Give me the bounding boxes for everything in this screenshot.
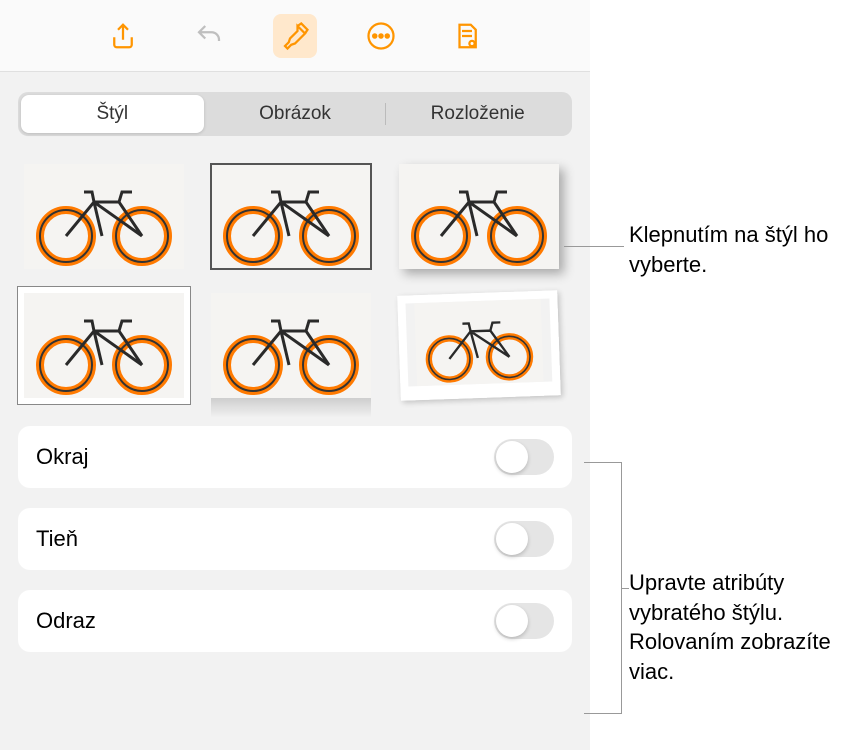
bike-thumb-icon	[24, 164, 184, 269]
callout-bracket	[584, 462, 622, 714]
style-preset-border[interactable]	[211, 164, 371, 269]
setting-label-shadow: Tieň	[36, 526, 78, 552]
style-preset-shadow[interactable]	[399, 164, 559, 269]
bike-thumb-icon	[399, 164, 559, 269]
switch-shadow[interactable]	[494, 521, 554, 557]
tab-layout[interactable]: Rozloženie	[386, 95, 569, 133]
bike-thumb-icon	[211, 164, 371, 269]
bike-thumb-icon	[24, 293, 184, 398]
bike-thumb-icon	[405, 299, 552, 387]
format-inspector-panel: Štýl Obrázok Rozloženie	[0, 0, 590, 750]
style-preset-polaroid[interactable]	[397, 290, 561, 401]
switch-border[interactable]	[494, 439, 554, 475]
main-toolbar	[0, 0, 590, 72]
style-thumbnails-grid	[18, 164, 572, 398]
paintbrush-icon	[280, 21, 310, 51]
setting-row-shadow: Tieň	[18, 508, 572, 570]
undo-button[interactable]	[187, 14, 231, 58]
tab-segmented-control: Štýl Obrázok Rozloženie	[18, 92, 572, 136]
format-panel-body: Štýl Obrázok Rozloženie	[0, 72, 590, 750]
share-icon	[108, 21, 138, 51]
callout-leader-line	[564, 246, 624, 247]
more-button[interactable]	[359, 14, 403, 58]
view-button[interactable]	[445, 14, 489, 58]
style-preset-frame[interactable]	[24, 293, 184, 398]
undo-icon	[194, 21, 224, 51]
format-button[interactable]	[273, 14, 317, 58]
more-icon	[366, 21, 396, 51]
setting-label-border: Okraj	[36, 444, 89, 470]
bike-thumb-icon	[211, 293, 371, 398]
document-view-icon	[452, 21, 482, 51]
share-button[interactable]	[101, 14, 145, 58]
setting-label-reflect: Odraz	[36, 608, 96, 634]
tab-image[interactable]: Obrázok	[204, 95, 387, 133]
callout-tap-style: Klepnutím na štýl ho vyberte.	[629, 220, 865, 279]
setting-row-reflect: Odraz	[18, 590, 572, 652]
tab-style[interactable]: Štýl	[21, 95, 204, 133]
style-preset-reflect[interactable]	[211, 293, 371, 398]
style-preset-none[interactable]	[24, 164, 184, 269]
switch-reflect[interactable]	[494, 603, 554, 639]
callout-adjust-attributes: Upravte atribúty vybratého štýlu. Rolova…	[629, 568, 865, 687]
setting-row-border: Okraj	[18, 426, 572, 488]
